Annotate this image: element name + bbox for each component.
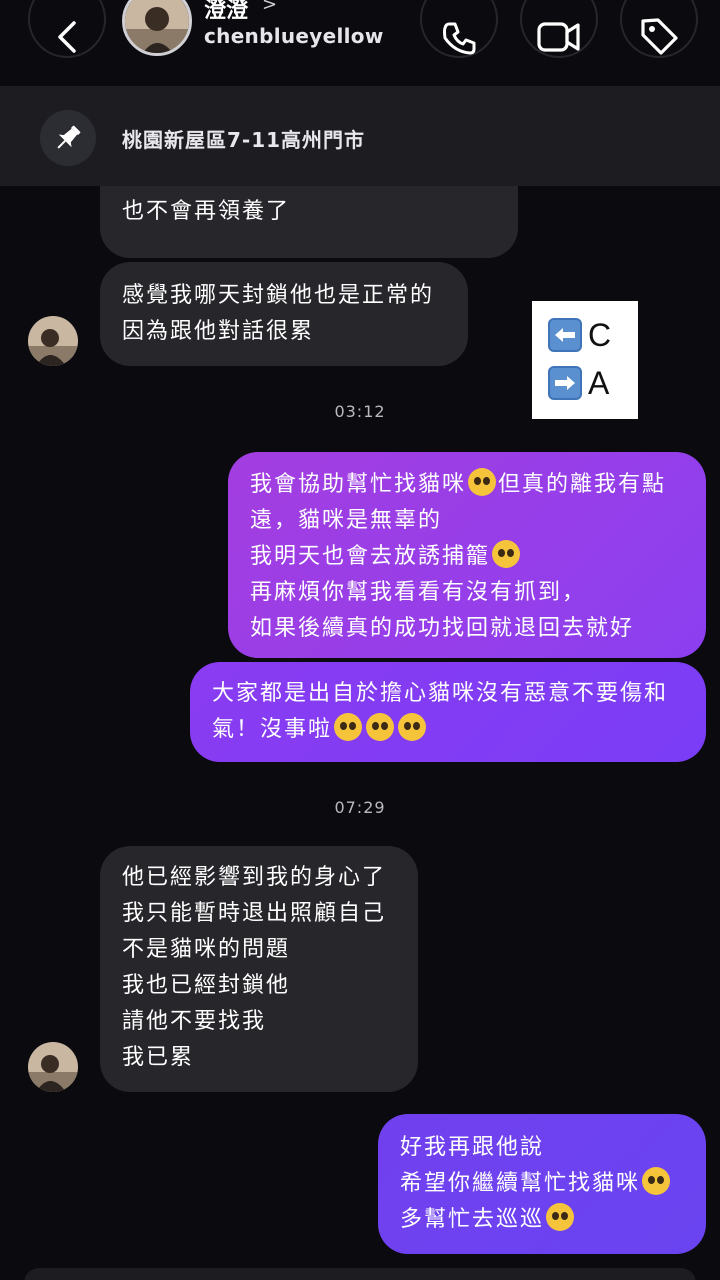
pin-button[interactable] — [40, 110, 96, 166]
incoming-message[interactable]: 他已經影響到我的身心了 我只能暫時退出照顧自己 不是貓咪的問題 我也已經封鎖他 … — [100, 846, 418, 1092]
message-line: 好我再跟他說 — [400, 1135, 545, 1160]
right-arrow-icon — [548, 366, 582, 400]
message-line: 不是貓咪的問題 — [122, 937, 291, 962]
message-line: 我會協助幫忙找貓咪 但真的離我有點 — [250, 467, 684, 503]
message-line: 我只能暫時退出照顧自己 — [122, 901, 387, 926]
sticker-letter: C — [588, 316, 612, 353]
pleading-face-icon — [492, 540, 521, 568]
tag-icon — [641, 18, 678, 55]
pleading-face-icon — [398, 713, 427, 741]
pin-icon — [57, 125, 81, 149]
contact-username[interactable]: chenblueyellow — [204, 24, 384, 48]
message-line: 也不會再領養了 — [122, 199, 291, 224]
timestamp: 03:12 — [334, 402, 386, 421]
pleading-face-icon — [334, 713, 363, 741]
tag-button[interactable] — [620, 0, 698, 58]
message-line: 因為跟他對話很累 — [122, 319, 315, 344]
message-thread[interactable]: 我真的有點害怕領養貓咪」 也不會再領養了 感覺我哪天封鎖他也是正常的 因為跟他對… — [0, 186, 720, 1280]
incoming-message[interactable]: 感覺我哪天封鎖他也是正常的 因為跟他對話很累 — [100, 262, 468, 366]
timestamp: 07:29 — [334, 798, 386, 817]
message-line: 請他不要找我 — [122, 1009, 267, 1034]
incoming-message[interactable]: 我真的有點害怕領養貓咪」 也不會再領養了 — [100, 186, 518, 258]
smiling-with-tear-icon — [546, 1203, 575, 1231]
outgoing-message[interactable]: 我會協助幫忙找貓咪 但真的離我有點 遠，貓咪是無辜的 我明天也會去放誘捕籠 再麻煩… — [228, 452, 706, 658]
message-line: 遠，貓咪是無辜的 — [250, 508, 443, 533]
pinned-message-bar[interactable]: 桃園新屋區7-11高州門市 — [0, 86, 720, 186]
voice-call-button[interactable] — [420, 0, 498, 58]
message-line: 我也已經封鎖他 — [122, 973, 291, 998]
outgoing-message[interactable]: 大家都是出自於擔心貓咪沒有惡意不要傷和 氣！沒事啦 — [190, 662, 706, 762]
message-line: 我真的有點害怕領養貓咪」 — [122, 186, 496, 194]
message-line: 我已累 — [122, 1045, 195, 1070]
outgoing-message[interactable]: 好我再跟他說 希望你繼續幫忙找貓咪 多幫忙去巡巡 — [378, 1114, 706, 1254]
message-line: 我明天也會去放誘捕籠 — [250, 539, 684, 575]
message-line: 感覺我哪天封鎖他也是正常的 — [122, 283, 435, 308]
phone-icon — [443, 22, 476, 55]
back-button[interactable] — [28, 0, 106, 58]
message-line: 多幫忙去巡巡 — [400, 1202, 684, 1238]
pinned-message-text: 桃園新屋區7-11高州門市 — [122, 128, 366, 152]
chat-header: 澄澄 > chenblueyellow — [0, 0, 720, 78]
sender-avatar[interactable] — [28, 1042, 78, 1092]
chevron-left-icon — [58, 21, 76, 53]
pleading-face-icon — [468, 468, 497, 496]
chevron-right-icon[interactable]: > — [262, 0, 277, 15]
video-call-button[interactable] — [520, 0, 598, 58]
message-line: 希望你繼續幫忙找貓咪 — [400, 1166, 684, 1202]
message-line: 再麻煩你幫我看看有沒有抓到， — [250, 580, 587, 605]
message-composer[interactable] — [24, 1268, 696, 1280]
video-camera-icon — [537, 22, 580, 52]
contact-name[interactable]: 澄澄 — [204, 0, 248, 24]
message-line: 他已經影響到我的身心了 — [122, 865, 387, 890]
message-line: 如果後續真的成功找回就退回去就好 — [250, 616, 635, 641]
sender-avatar[interactable] — [28, 316, 78, 366]
message-line: 大家都是出自於擔心貓咪沒有惡意不要傷和 — [212, 681, 669, 706]
left-arrow-icon — [548, 318, 582, 352]
contact-avatar[interactable] — [122, 0, 192, 56]
pleading-face-icon — [366, 713, 395, 741]
smiling-with-tear-icon — [642, 1167, 671, 1195]
sticker-letter: A — [588, 364, 610, 401]
message-line: 氣！沒事啦 — [212, 712, 684, 748]
